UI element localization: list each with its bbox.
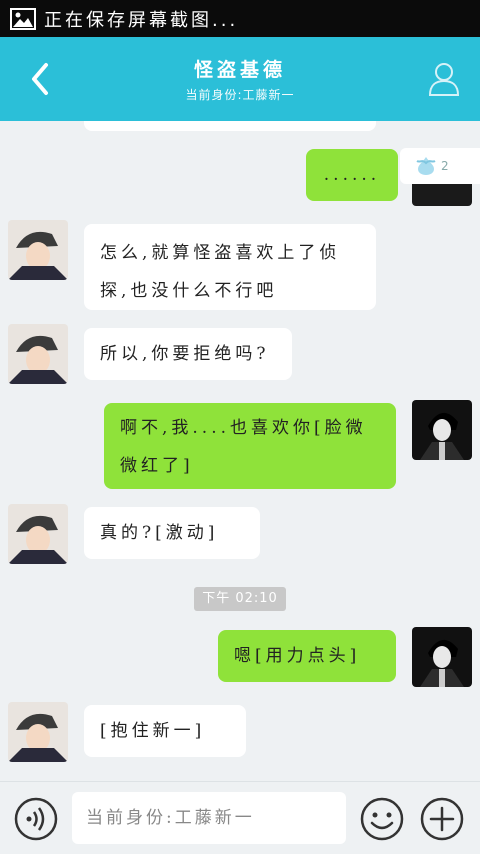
partial-message-bubble [84,121,376,131]
smiley-icon[interactable] [360,797,404,841]
message-bubble-received[interactable]: [抱住新一] [84,705,246,757]
current-identity: 当前身份:工藤新一 [185,88,295,102]
avatar[interactable] [8,504,68,564]
message-bubble-sent[interactable]: ...... [306,149,398,201]
avatar[interactable] [8,220,68,280]
message-bubble-sent[interactable]: 啊不,我....也喜欢你[脸微微红了] [104,403,396,489]
chat-area[interactable]: ...... 2 怎么,就算怪盗喜欢上了侦探,也没什么不行吧 所以,你要拒绝吗?… [0,121,480,781]
avatar[interactable] [412,400,472,460]
mention-badge[interactable]: 2 [400,148,480,184]
chevron-left-icon[interactable] [26,61,56,97]
chat-title: 怪盗基德 [193,59,286,81]
plus-icon[interactable] [420,797,464,841]
status-bar: 正在保存屏幕截图... [0,0,480,37]
message-bubble-received[interactable]: 真的?[激动] [84,507,260,559]
image-icon [10,7,36,30]
message-bubble-received[interactable]: 所以,你要拒绝吗? [84,328,292,380]
message-bubble-received[interactable]: 怎么,就算怪盗喜欢上了侦探,也没什么不行吧 [84,224,376,310]
timestamp: 下午 02:10 [194,587,286,611]
title-block: 怪盗基德 当前身份:工藤新一 [185,55,294,103]
avatar[interactable] [8,324,68,384]
message-bubble-sent[interactable]: 嗯[用力点头] [218,630,396,682]
badge-count: 2 [441,159,449,173]
avatar[interactable] [8,702,68,762]
water-drop-icon [416,157,436,175]
message-input[interactable] [72,792,346,844]
voice-icon[interactable] [14,797,58,841]
input-bar [0,781,480,854]
status-text: 正在保存屏幕截图... [44,9,239,31]
avatar[interactable] [412,627,472,687]
user-icon[interactable] [428,61,460,97]
chat-header: 怪盗基德 当前身份:工藤新一 [0,37,480,121]
